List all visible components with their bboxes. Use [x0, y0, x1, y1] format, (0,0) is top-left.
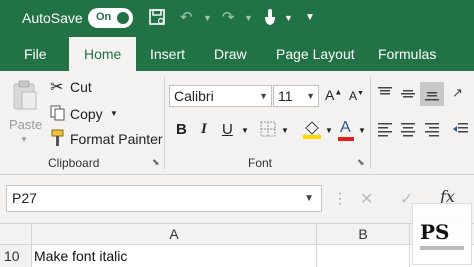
cell-a10[interactable]: Make font italic: [32, 245, 317, 267]
tab-file[interactable]: File: [24, 37, 47, 71]
underline-button[interactable]: U: [222, 121, 233, 138]
save-icon[interactable]: [148, 8, 166, 32]
font-color-label: A: [340, 119, 351, 136]
undo-dropdown-icon[interactable]: ▼: [203, 8, 212, 28]
orientation-icon[interactable]: ↗: [452, 85, 463, 101]
name-box-value: P27: [12, 190, 37, 206]
undo-icon[interactable]: ↶: [180, 8, 193, 28]
group-separator: [370, 77, 371, 169]
redo-dropdown-icon[interactable]: ▼: [244, 8, 253, 28]
paste-dropdown-icon: ▼: [20, 135, 28, 144]
align-center-icon[interactable]: [400, 121, 416, 142]
bottom-align-icon[interactable]: [420, 82, 444, 106]
group-separator: [164, 77, 165, 169]
scissors-icon[interactable]: ✂: [50, 77, 63, 97]
clipboard-group-label: Clipboard: [48, 156, 100, 170]
increase-font-size-icon[interactable]: A▲: [325, 87, 342, 103]
copy-button[interactable]: Copy: [70, 106, 103, 122]
font-dialog-launcher-icon[interactable]: ⬊: [357, 157, 365, 168]
clipboard-dialog-launcher-icon[interactable]: ⬊: [152, 157, 160, 168]
decrease-indent-icon[interactable]: [452, 121, 468, 142]
font-color-dropdown-icon[interactable]: ▼: [358, 126, 366, 135]
touch-mode-dropdown-icon[interactable]: ▼: [284, 8, 293, 28]
grid-row: 10 Make font italic: [0, 245, 474, 267]
redo-icon[interactable]: ↷: [222, 8, 235, 28]
align-right-icon[interactable]: [424, 121, 440, 142]
autosave-label: AutoSave: [22, 10, 83, 26]
fill-color-dropdown-icon[interactable]: ▼: [325, 126, 333, 135]
tab-home[interactable]: Home: [69, 37, 137, 71]
cancel-icon[interactable]: ✕: [360, 189, 373, 209]
touch-mode-icon[interactable]: [262, 8, 278, 32]
ribbon-tabs: File Home Insert Draw Page Layout Formul…: [0, 37, 474, 71]
column-headers: A B: [0, 223, 474, 245]
copy-icon[interactable]: [50, 105, 66, 126]
chevron-down-icon: ▼: [306, 91, 315, 101]
name-box[interactable]: P27 ▼: [6, 185, 322, 212]
watermark-logo: PS: [412, 203, 472, 265]
font-name-value: Calibri: [174, 88, 214, 104]
ribbon: Paste ▼ ✂ Cut Copy ▼ Format Painter Clip…: [0, 71, 474, 175]
underline-dropdown-icon[interactable]: ▼: [241, 126, 249, 135]
font-size-value: 11: [278, 88, 293, 104]
copy-dropdown-icon[interactable]: ▼: [110, 109, 118, 118]
font-name-combo[interactable]: Calibri ▼: [169, 85, 272, 107]
bold-button[interactable]: B: [176, 121, 187, 138]
tab-formulas[interactable]: Formulas: [378, 37, 436, 71]
toggle-knob: [117, 12, 129, 24]
cut-button[interactable]: Cut: [70, 79, 92, 95]
chevron-down-icon: ▼: [304, 193, 314, 204]
tab-page-layout[interactable]: Page Layout: [276, 37, 355, 71]
italic-button[interactable]: I: [201, 121, 207, 138]
title-bar: AutoSave On ↶ ▼ ↷ ▼ ▼ ▼: [0, 0, 474, 37]
tab-insert[interactable]: Insert: [150, 37, 185, 71]
tab-draw[interactable]: Draw: [214, 37, 247, 71]
customize-toolbar-icon[interactable]: ▼: [305, 8, 315, 28]
font-color-button[interactable]: A: [338, 119, 354, 141]
column-header-a[interactable]: A: [32, 224, 317, 244]
toggle-state: On: [96, 11, 112, 23]
cell-b10[interactable]: [317, 245, 410, 267]
format-painter-button[interactable]: Format Painter: [70, 131, 163, 147]
format-painter-icon[interactable]: [50, 129, 66, 152]
formula-bar-separator: ⋮: [333, 190, 347, 206]
decrease-font-size-icon[interactable]: A▼: [349, 89, 364, 103]
watermark-text: PS: [420, 220, 450, 244]
clipboard-icon: [12, 79, 38, 116]
top-align-icon[interactable]: [377, 86, 393, 107]
borders-icon[interactable]: [260, 121, 276, 142]
paste-button[interactable]: Paste ▼: [6, 77, 44, 147]
font-color-swatch: [338, 137, 354, 141]
borders-dropdown-icon[interactable]: ▼: [281, 126, 289, 135]
autosave-toggle[interactable]: On: [88, 8, 133, 28]
chevron-down-icon: ▼: [259, 91, 268, 101]
row-header[interactable]: 10: [0, 245, 32, 267]
font-size-combo[interactable]: 11 ▼: [273, 85, 319, 107]
align-left-icon[interactable]: [377, 121, 393, 142]
paste-label: Paste: [9, 117, 43, 132]
font-group-label: Font: [248, 156, 273, 170]
formula-bar: P27 ▼ ⋮ ✕ ✓ fx: [0, 175, 474, 223]
select-all-corner[interactable]: [0, 224, 32, 244]
fill-color-icon[interactable]: [302, 119, 322, 144]
middle-align-icon[interactable]: [400, 86, 416, 107]
watermark-underline: [420, 246, 464, 250]
column-header-b[interactable]: B: [317, 224, 410, 244]
